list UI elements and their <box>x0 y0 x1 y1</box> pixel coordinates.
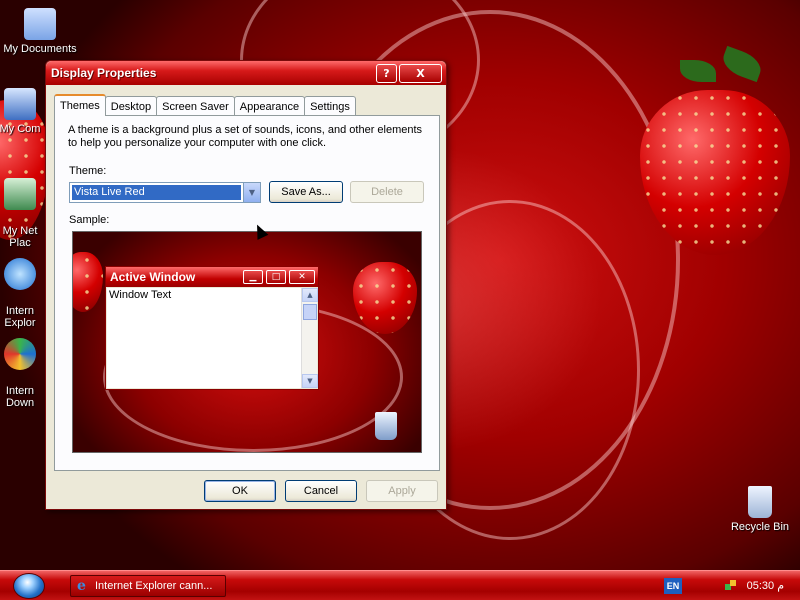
ok-button[interactable]: OK <box>204 480 276 502</box>
tab-screen-saver[interactable]: Screen Saver <box>156 96 235 116</box>
close-button[interactable]: X <box>399 63 442 83</box>
recycle-bin-icon <box>748 486 772 518</box>
recycle-bin-icon <box>375 412 397 440</box>
sample-scrollbar: ▲ ▼ <box>301 288 318 388</box>
taskbar-item-label: Internet Explorer cann... <box>95 580 213 592</box>
chevron-down-icon[interactable]: ▼ <box>243 183 260 202</box>
apply-button[interactable]: Apply <box>366 480 438 502</box>
theme-dropdown[interactable]: Vista Live Red ▼ <box>69 182 261 203</box>
theme-selected-value: Vista Live Red <box>72 185 241 200</box>
tab-themes[interactable]: Themes <box>54 94 106 116</box>
theme-sample-preview: Active Window ▁ □ ✕ Window Text ▲ ▼ <box>72 231 422 453</box>
tab-desktop[interactable]: Desktop <box>104 96 158 116</box>
network-places-icon <box>4 178 36 210</box>
sample-active-window: Active Window ▁ □ ✕ Window Text ▲ ▼ <box>105 266 319 390</box>
help-button[interactable]: ? <box>376 63 397 83</box>
desktop-icon-recycle-bin[interactable]: Recycle Bin <box>720 486 800 533</box>
tab-strip: Themes Desktop Screen Saver Appearance S… <box>54 94 356 116</box>
desktop-icon-label: Recycle Bin <box>730 521 790 533</box>
theme-description: A theme is a background plus a set of so… <box>68 124 423 149</box>
windows-orb-icon <box>13 573 45 599</box>
my-documents-icon <box>24 8 56 40</box>
display-properties-window: Display Properties ? X Themes Desktop Sc… <box>45 60 447 510</box>
delete-button[interactable]: Delete <box>350 181 424 203</box>
save-as-button[interactable]: Save As... <box>269 181 343 203</box>
strawberry-image <box>353 262 417 334</box>
internet-download-icon <box>4 338 36 370</box>
desktop-icon-my-documents[interactable]: My Documents <box>0 8 80 55</box>
clock[interactable]: 05:30 م <box>747 579 784 592</box>
sample-window-title: Active Window <box>110 270 196 284</box>
taskbar-item-internet-explorer[interactable]: e Internet Explorer cann... <box>70 575 226 597</box>
sample-window-titlebar: Active Window ▁ □ ✕ <box>106 267 318 287</box>
maximize-icon: □ <box>266 270 286 284</box>
window-titlebar[interactable]: Display Properties ? X <box>46 61 446 85</box>
sample-window-text: Window Text <box>109 289 172 301</box>
scroll-thumb <box>303 304 317 320</box>
my-computer-icon <box>4 88 36 120</box>
themes-panel: A theme is a background plus a set of so… <box>54 115 440 471</box>
tab-appearance[interactable]: Appearance <box>233 96 306 116</box>
leaf-image <box>680 60 716 82</box>
sample-window-body: Window Text ▲ ▼ <box>107 288 318 388</box>
scroll-down-icon: ▼ <box>302 374 318 388</box>
taskbar: e Internet Explorer cann... EN 05:30 م <box>0 570 800 600</box>
start-button[interactable] <box>0 571 60 600</box>
leaf-image <box>719 45 765 83</box>
window-title: Display Properties <box>51 66 157 80</box>
theme-label: Theme: <box>69 165 107 177</box>
desktop-icon-label: My Documents <box>3 43 77 55</box>
close-icon: ✕ <box>289 270 315 284</box>
tab-settings[interactable]: Settings <box>304 96 356 116</box>
sample-label: Sample: <box>69 214 110 226</box>
internet-explorer-icon <box>4 258 36 290</box>
minimize-icon: ▁ <box>243 270 263 284</box>
strawberry-image <box>73 252 103 312</box>
system-tray: EN 05:30 م <box>660 571 800 600</box>
scroll-up-icon: ▲ <box>302 288 318 302</box>
language-indicator[interactable]: EN <box>664 578 682 594</box>
internet-explorer-icon: e <box>77 578 86 594</box>
cancel-button[interactable]: Cancel <box>285 480 357 502</box>
network-tray-icon[interactable] <box>724 578 738 592</box>
